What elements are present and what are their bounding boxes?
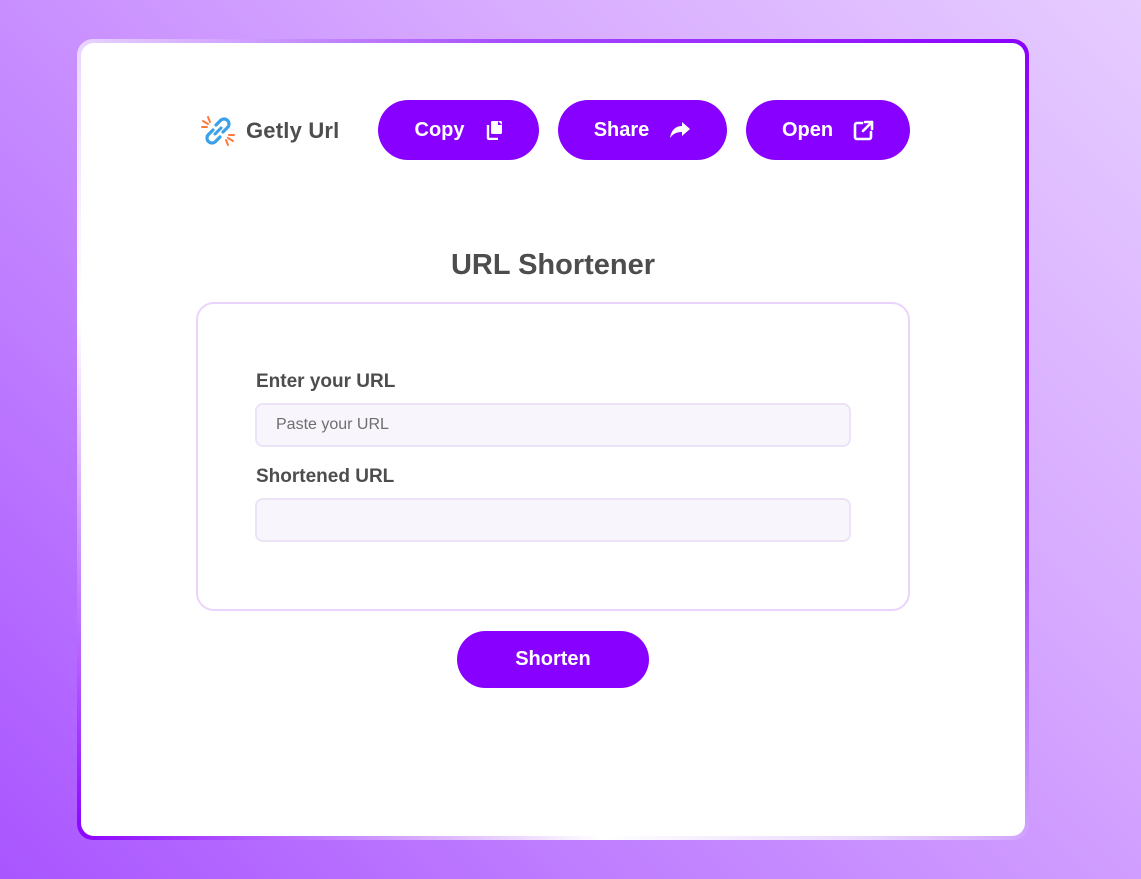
open-button-label: Open [781, 118, 834, 141]
shortened-url-input[interactable] [255, 498, 851, 542]
app-card: Getly Url Copy Share Open URL Shortener … [81, 43, 1025, 836]
brand: Getly Url [199, 113, 340, 149]
open-button[interactable]: Open [746, 100, 910, 160]
app-card-frame: Getly Url Copy Share Open URL Shortener … [77, 39, 1029, 840]
share-button[interactable]: Share [558, 100, 727, 160]
copy-button-label: Copy [414, 118, 465, 141]
copy-icon [485, 120, 503, 140]
link-icon [199, 112, 237, 150]
url-field-label: Enter your URL [256, 371, 396, 392]
brand-name: Getly Url [246, 118, 340, 143]
copy-button[interactable]: Copy [378, 100, 539, 160]
page-title: URL Shortener [450, 249, 656, 281]
shorten-button-label: Shorten [515, 648, 591, 670]
url-input[interactable] [255, 403, 851, 447]
external-link-icon [853, 120, 874, 141]
share-button-label: Share [593, 118, 650, 141]
share-icon [669, 121, 691, 139]
url-form: Enter your URL Shortened URL [196, 302, 910, 611]
shortened-url-label: Shortened URL [256, 466, 395, 487]
shorten-button[interactable]: Shorten [457, 631, 649, 688]
